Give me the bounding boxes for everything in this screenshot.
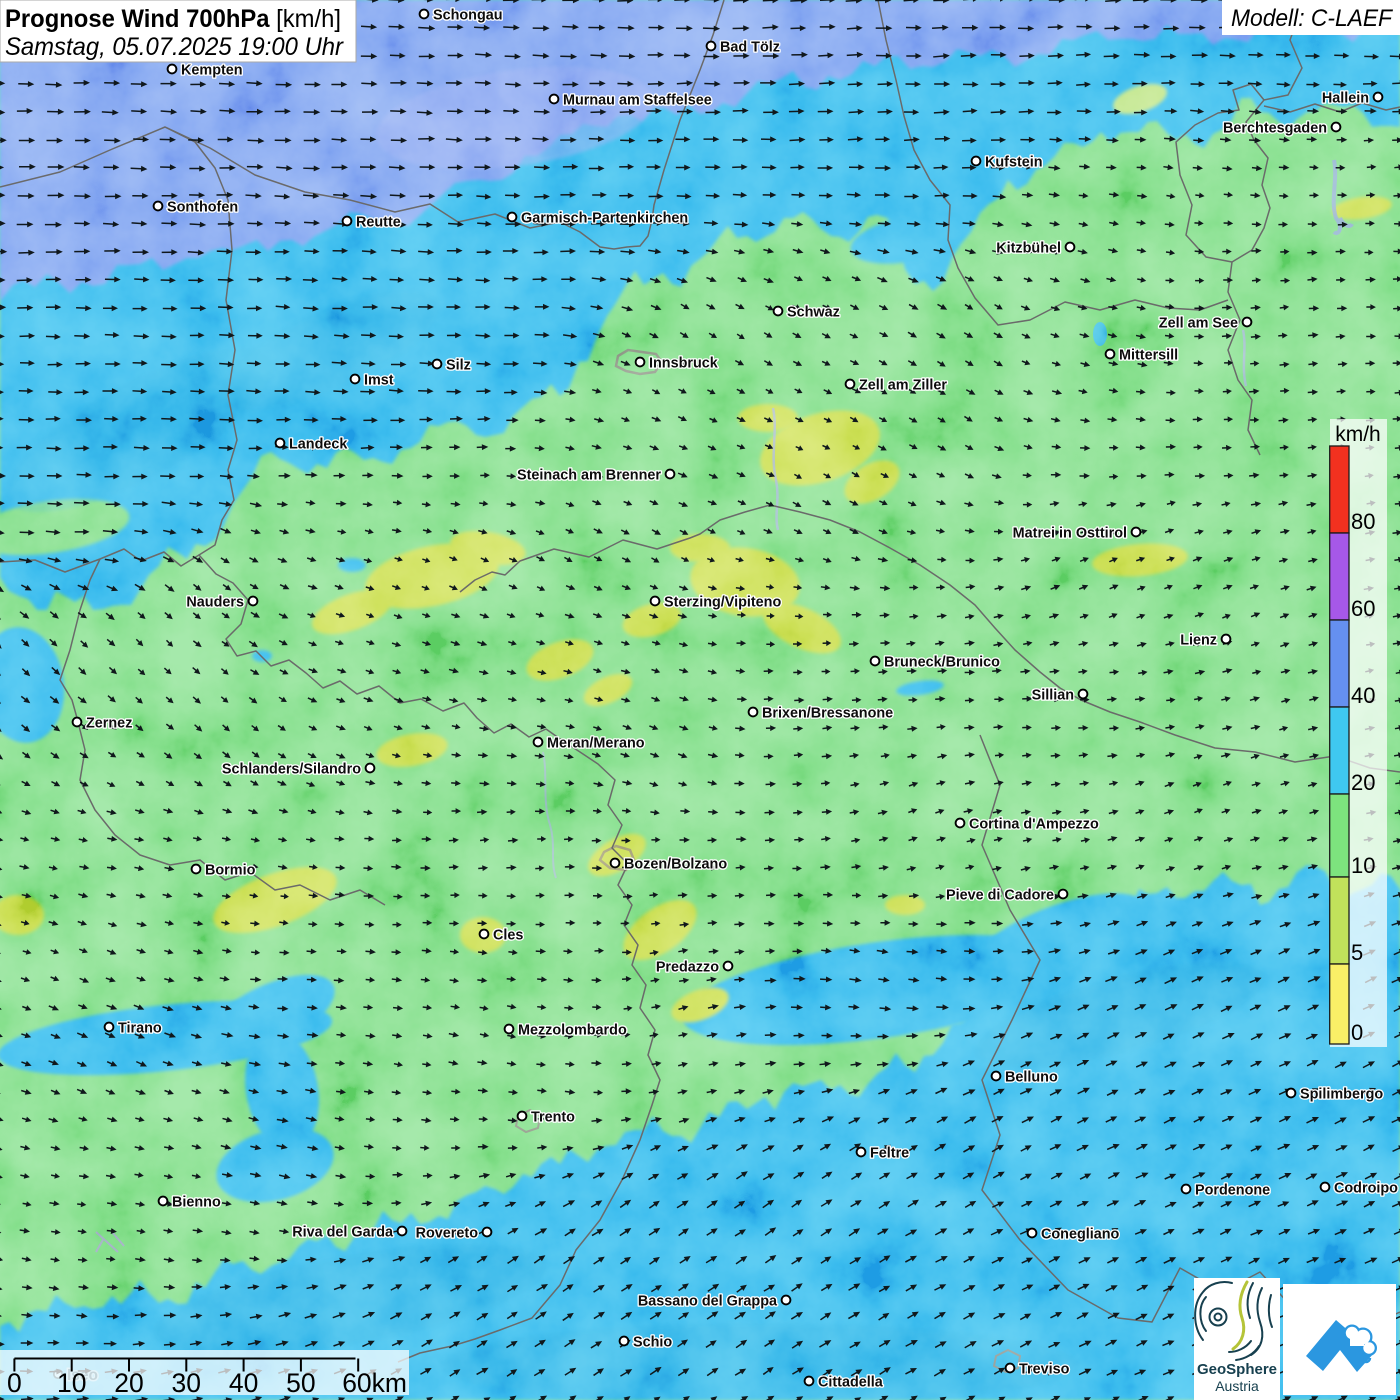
svg-text:Cortina d'Ampezzo: Cortina d'Ampezzo bbox=[969, 817, 1099, 833]
svg-text:60km: 60km bbox=[342, 1368, 407, 1398]
svg-text:Bienno: Bienno bbox=[172, 1195, 221, 1211]
svg-text:Schongau: Schongau bbox=[433, 8, 503, 24]
svg-text:km/h: km/h bbox=[1335, 423, 1381, 446]
svg-text:Bad Tölz: Bad Tölz bbox=[720, 40, 780, 56]
svg-text:50: 50 bbox=[286, 1368, 315, 1398]
svg-text:Riva del Garda: Riva del Garda bbox=[292, 1225, 394, 1241]
svg-text:Reutte: Reutte bbox=[356, 215, 401, 231]
svg-text:Mittersill: Mittersill bbox=[1119, 348, 1178, 364]
svg-text:10: 10 bbox=[57, 1368, 86, 1398]
svg-text:0: 0 bbox=[7, 1368, 22, 1398]
svg-text:Belluno: Belluno bbox=[1005, 1070, 1058, 1086]
svg-text:Murnau am Staffelsee: Murnau am Staffelsee bbox=[563, 93, 712, 109]
svg-text:Cittadella: Cittadella bbox=[818, 1375, 884, 1391]
svg-text:Schwaz: Schwaz bbox=[787, 305, 840, 321]
svg-text:60: 60 bbox=[1351, 596, 1375, 621]
svg-text:40: 40 bbox=[1351, 683, 1375, 708]
svg-text:Matrei in Osttirol: Matrei in Osttirol bbox=[1013, 526, 1127, 542]
svg-text:20: 20 bbox=[114, 1368, 143, 1398]
svg-text:Sterzing/Vipiteno: Sterzing/Vipiteno bbox=[664, 595, 781, 611]
svg-text:Codroipo: Codroipo bbox=[1334, 1181, 1398, 1197]
svg-text:Bruneck/Brunico: Bruneck/Brunico bbox=[884, 655, 1000, 671]
svg-text:Landeck: Landeck bbox=[289, 437, 348, 453]
svg-text:40: 40 bbox=[229, 1368, 258, 1398]
svg-text:Brixen/Bressanone: Brixen/Bressanone bbox=[762, 706, 893, 722]
svg-text:80: 80 bbox=[1351, 509, 1375, 534]
svg-text:Schlanders/Silandro: Schlanders/Silandro bbox=[222, 762, 361, 778]
svg-text:Innsbruck: Innsbruck bbox=[649, 356, 719, 372]
svg-text:Predazzo: Predazzo bbox=[656, 960, 719, 976]
svg-text:Kitzbühel: Kitzbühel bbox=[996, 241, 1061, 257]
svg-text:Nauders: Nauders bbox=[186, 595, 244, 611]
svg-text:Kufstein: Kufstein bbox=[985, 155, 1043, 171]
svg-text:Tirano: Tirano bbox=[118, 1021, 162, 1037]
svg-text:Steinach am Brenner: Steinach am Brenner bbox=[517, 468, 661, 484]
svg-text:Pordenone: Pordenone bbox=[1195, 1183, 1270, 1199]
svg-text:Pieve di Cadore: Pieve di Cadore bbox=[946, 888, 1054, 904]
svg-text:Cles: Cles bbox=[493, 928, 523, 944]
svg-text:Spilimbergo: Spilimbergo bbox=[1300, 1087, 1383, 1103]
svg-text:Austria: Austria bbox=[1215, 1378, 1259, 1394]
svg-text:Mezzolombardo: Mezzolombardo bbox=[518, 1023, 627, 1039]
svg-text:Lienz: Lienz bbox=[1180, 633, 1217, 649]
svg-text:Bassano del Grappa: Bassano del Grappa bbox=[638, 1294, 778, 1310]
svg-text:Schio: Schio bbox=[633, 1335, 672, 1351]
svg-text:Conegliano: Conegliano bbox=[1041, 1227, 1120, 1243]
svg-text:GeoSphere: GeoSphere bbox=[1197, 1361, 1277, 1378]
svg-text:Trento: Trento bbox=[531, 1110, 575, 1126]
svg-text:Zernez: Zernez bbox=[86, 716, 132, 732]
svg-text:Modell: C-LAEF: Modell: C-LAEF bbox=[1231, 5, 1393, 32]
svg-text:Prognose Wind 700hPa [km/h]: Prognose Wind 700hPa [km/h] bbox=[5, 5, 341, 33]
svg-text:Zell am Ziller: Zell am Ziller bbox=[859, 378, 947, 394]
svg-text:Silz: Silz bbox=[446, 358, 471, 374]
svg-text:Berchtesgaden: Berchtesgaden bbox=[1223, 121, 1327, 137]
svg-text:Zell am See: Zell am See bbox=[1159, 316, 1238, 332]
svg-text:5: 5 bbox=[1351, 940, 1363, 965]
svg-text:Rovereto: Rovereto bbox=[416, 1226, 479, 1242]
svg-text:Treviso: Treviso bbox=[1019, 1362, 1070, 1378]
svg-text:20: 20 bbox=[1351, 770, 1375, 795]
svg-text:30: 30 bbox=[172, 1368, 201, 1398]
svg-text:Feltre: Feltre bbox=[870, 1146, 909, 1162]
svg-text:10: 10 bbox=[1351, 853, 1375, 878]
svg-text:Garmisch-Partenkirchen: Garmisch-Partenkirchen bbox=[521, 211, 688, 227]
svg-text:Hallein: Hallein bbox=[1322, 91, 1369, 107]
svg-text:Sonthofen: Sonthofen bbox=[167, 200, 238, 216]
svg-text:Bormio: Bormio bbox=[205, 863, 256, 879]
svg-text:Bozen/Bolzano: Bozen/Bolzano bbox=[624, 857, 727, 873]
svg-text:Kempten: Kempten bbox=[181, 63, 243, 79]
svg-text:Sillian: Sillian bbox=[1032, 688, 1074, 704]
svg-text:Imst: Imst bbox=[364, 373, 394, 389]
svg-text:Meran/Merano: Meran/Merano bbox=[547, 736, 645, 752]
svg-text:Samstag, 05.07.2025 19:00 Uhr: Samstag, 05.07.2025 19:00 Uhr bbox=[5, 33, 345, 61]
svg-text:0: 0 bbox=[1351, 1020, 1363, 1045]
